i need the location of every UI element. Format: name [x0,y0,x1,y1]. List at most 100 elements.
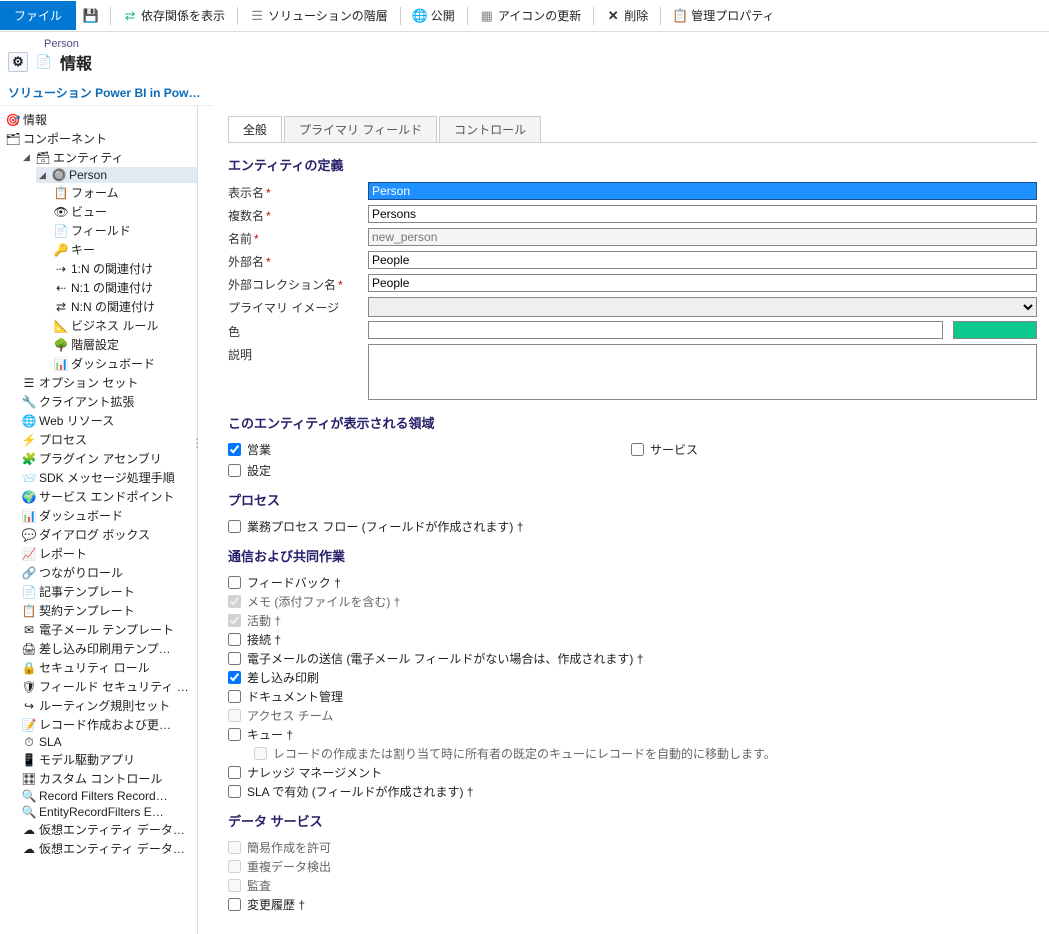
tab-controls[interactable]: コントロール [439,116,541,142]
primary-image-select[interactable] [368,297,1037,317]
delete-button[interactable]: ✕削除 [598,7,656,24]
collab-sla[interactable]: SLA で有効 (フィールドが作成されます) † [228,782,1037,801]
solution-hierarchy-label: ソリューションの階層 [268,7,388,24]
area-sales[interactable]: 営業 [228,440,271,459]
managed-properties-button[interactable]: 📋管理プロパティ [665,7,782,24]
tree-component-item[interactable]: 🔍EntityRecordFilters E… [20,804,197,820]
display-name-input[interactable] [368,182,1037,200]
section-entity-definition: エンティティの定義 [228,155,1037,174]
label-display-name: 表示名 [228,186,264,200]
entity-type-label: Person [44,38,1041,50]
managed-properties-label: 管理プロパティ [691,7,774,24]
tree-item-icon: ⇢ [54,262,68,276]
area-settings[interactable]: 設定 [228,461,271,480]
tab-general[interactable]: 全般 [228,116,282,142]
tree-item-icon: 📝 [22,718,36,732]
tree-item-icon: 🔗 [22,566,36,580]
tree-component-item[interactable]: ⚡プロセス [20,430,197,449]
tree-component-item[interactable]: 🖨差し込み印刷用テンプ… [20,639,197,658]
tree-component-item[interactable]: 💬ダイアログ ボックス [20,525,197,544]
tree-person-child[interactable]: ⇢1:N の関連付け [52,259,197,278]
tree-item-icon: 📄 [54,224,68,238]
label-external-collection: 外部コレクション名 [228,278,336,292]
tree-person-child[interactable]: ⇄N:N の関連付け [52,297,197,316]
tree-entity-person[interactable]: ◢🔘Person [36,167,197,183]
plural-name-input[interactable] [368,205,1037,223]
tree-component-item[interactable]: 📊ダッシュボード [20,506,197,525]
tree-component-item[interactable]: 🛡フィールド セキュリティ … [20,677,197,696]
sidebar-resizer[interactable]: ⋮ [191,436,199,456]
tree-person-child[interactable]: ⇠N:1 の関連付け [52,278,197,297]
tree-component-item[interactable]: 🔧クライアント拡張 [20,392,197,411]
expander-icon[interactable]: ◢ [22,153,31,162]
refresh-icons-button[interactable]: ▦アイコンの更新 [472,7,589,24]
collab-activities: 活動 † [228,611,1037,630]
collab-connections[interactable]: 接続 † [228,630,1037,649]
tree-component-item[interactable]: 🎛カスタム コントロール [20,769,197,788]
tree-component-item[interactable]: 🔒セキュリティ ロール [20,658,197,677]
collab-queues[interactable]: キュー † [228,725,1037,744]
tree-component-item[interactable]: ☁仮想エンティティ データ… [20,820,197,839]
tree-component-item[interactable]: ↪ルーティング規則セット [20,696,197,715]
label-external-name: 外部名 [228,255,264,269]
tree-item-icon: ☰ [22,376,36,390]
tab-primary-field[interactable]: プライマリ フィールド [284,116,437,142]
tree-component-item[interactable]: 📄記事テンプレート [20,582,197,601]
tree-component-item[interactable]: 📱モデル駆動アプリ [20,750,197,769]
data-change[interactable]: 変更履歴 † [228,895,1037,914]
name-input [368,228,1037,246]
tree-components[interactable]: 🗂コンポーネント [4,129,197,148]
solution-hierarchy-button[interactable]: ☰ ソリューションの階層 [242,7,396,24]
tree-component-item[interactable]: ☰オプション セット [20,373,197,392]
collab-docmgmt[interactable]: ドキュメント管理 [228,687,1037,706]
publish-icon: 🌐 [413,9,427,23]
external-name-input[interactable] [368,251,1037,269]
hierarchy-icon: ☰ [250,9,264,23]
collab-knowledge[interactable]: ナレッジ マネージメント [228,763,1037,782]
tree-component-item[interactable]: 📝レコード作成および更… [20,715,197,734]
tree-component-item[interactable]: ⏱SLA [20,734,197,750]
publish-label: 公開 [431,7,455,24]
tree-item-icon: 🌐 [22,414,36,428]
show-dependencies-button[interactable]: ⇄依存関係を表示 [115,7,233,24]
external-collection-input[interactable] [368,274,1037,292]
save-button[interactable]: 💾 [76,9,106,23]
tree-component-item[interactable]: ☁仮想エンティティ データ… [20,839,197,858]
tree-person-child[interactable]: 📋フォーム [52,183,197,202]
expander-icon[interactable]: ◢ [38,171,47,180]
tree-component-item[interactable]: 📈レポート [20,544,197,563]
collab-feedback[interactable]: フィードバック † [228,573,1037,592]
components-icon: 🗂 [6,132,20,146]
collab-mailmerge[interactable]: 差し込み印刷 [228,668,1037,687]
tree-component-item[interactable]: 📋契約テンプレート [20,601,197,620]
tree-component-item[interactable]: 🔗つながりロール [20,563,197,582]
tree-info[interactable]: 🎯情報 [4,110,197,129]
process-bpf[interactable]: 業務プロセス フロー (フィールドが作成されます) † [228,517,1037,536]
entity-icon: 🔘 [52,168,66,182]
color-input[interactable] [368,321,943,339]
tree-item-icon: 📱 [22,753,36,767]
tree-person-child[interactable]: 📐ビジネス ルール [52,316,197,335]
tree-component-item[interactable]: 🌐Web リソース [20,411,197,430]
tree-component-item[interactable]: 📨SDK メッセージ処理手順 [20,468,197,487]
tree-component-item[interactable]: 🌍サービス エンドポイント [20,487,197,506]
entity-folder-icon: 🗃 [36,151,50,165]
show-dependencies-label: 依存関係を表示 [141,7,225,24]
tree-person-child[interactable]: 📊ダッシュボード [52,354,197,373]
tree-entities[interactable]: ◢🗃エンティティ [20,148,197,167]
file-menu-button[interactable]: ファイル [0,1,76,30]
tree-person-child[interactable]: 🌳階層設定 [52,335,197,354]
collab-email[interactable]: 電子メールの送信 (電子メール フィールドがない場合は、作成されます) † [228,649,1037,668]
color-swatch[interactable] [953,321,1037,339]
tree-component-item[interactable]: 🧩プラグイン アセンブリ [20,449,197,468]
tree-person-child[interactable]: 📄フィールド [52,221,197,240]
description-textarea[interactable] [368,344,1037,400]
label-description: 説明 [228,348,252,362]
tree-person-child[interactable]: 🔑キー [52,240,197,259]
tree-component-item[interactable]: ✉電子メール テンプレート [20,620,197,639]
tree-component-item[interactable]: 🔍Record Filters Record… [20,788,197,804]
data-audit: 監査 [228,876,1037,895]
publish-button[interactable]: 🌐 公開 [405,7,463,24]
area-service[interactable]: サービス [631,440,698,459]
tree-person-child[interactable]: 👁ビュー [52,202,197,221]
